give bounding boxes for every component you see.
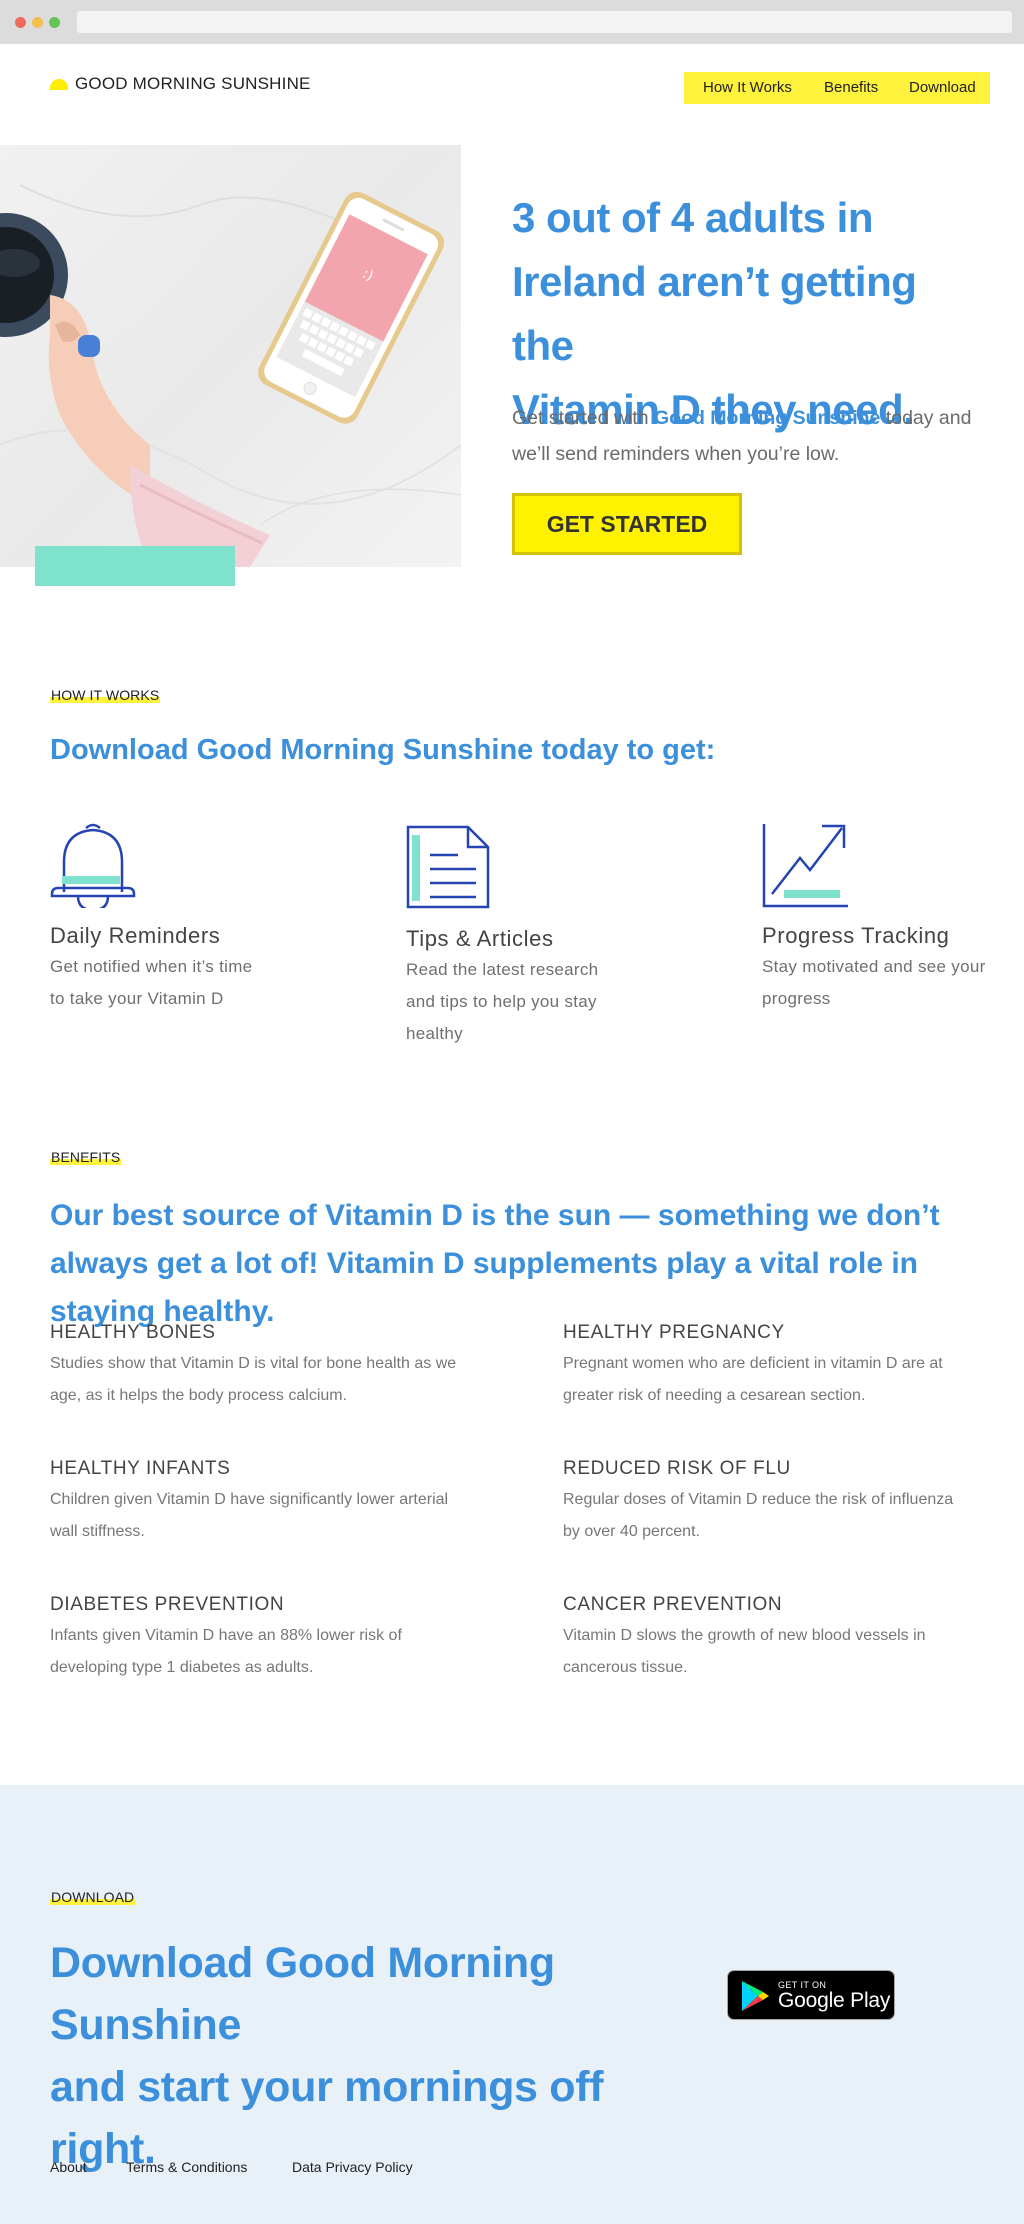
benefit-text: Regular doses of Vitamin D reduce the ri… (563, 1491, 954, 1540)
feature-daily-reminders: Daily Reminders Get notified when it’s t… (50, 822, 310, 1015)
hero-image: :) (0, 145, 461, 567)
benefit-item: REDUCED RISK OF FLU Regular doses of Vit… (563, 1458, 983, 1548)
logo[interactable]: GOOD MORNING SUNSHINE (50, 74, 311, 94)
sun-icon (50, 79, 68, 90)
benefit-title: HEALTHY BONES (50, 1322, 216, 1343)
hero-subtitle: Get started with Good Morning Sunshine t… (512, 407, 972, 465)
footer-link-about[interactable]: About (50, 2159, 87, 2175)
logo-text: GOOD MORNING SUNSHINE (75, 74, 311, 93)
benefit-title: CANCER PREVENTION (563, 1594, 783, 1615)
footer-link-terms[interactable]: Terms & Conditions (126, 2159, 247, 2175)
feature-text: Stay motivated and see your progress (762, 957, 986, 1008)
feature-text: Get notified when it’s time to take your… (50, 957, 253, 1008)
benefits-label: BENEFITS (50, 1149, 122, 1165)
google-play-icon (742, 1981, 769, 2011)
close-window-dot[interactable] (15, 17, 26, 28)
benefit-item: HEALTHY PREGNANCY Pregnant women who are… (563, 1322, 983, 1412)
download-label: DOWNLOAD (50, 1889, 136, 1905)
feature-title: Daily Reminders (50, 923, 221, 948)
feature-tips-articles: Tips & Articles Read the latest research… (406, 825, 666, 1050)
hero-accent-bar (35, 546, 235, 586)
benefit-text: Vitamin D slows the growth of new blood … (563, 1627, 926, 1676)
chart-trend-icon (762, 824, 848, 908)
minimize-window-dot[interactable] (32, 17, 43, 28)
feature-title: Progress Tracking (762, 923, 950, 948)
nav-benefits[interactable]: Benefits (824, 79, 878, 96)
browser-chrome (0, 0, 1024, 44)
how-it-works-title: Download Good Morning Sunshine today to … (50, 734, 716, 766)
smartphone-icon: :) (258, 191, 445, 424)
store-big-text: Google Play (778, 1989, 891, 2012)
benefit-item: HEALTHY INFANTS Children given Vitamin D… (50, 1458, 470, 1548)
how-it-works-label: HOW IT WORKS (50, 687, 161, 703)
benefit-title: DIABETES PREVENTION (50, 1594, 285, 1615)
benefit-title: REDUCED RISK OF FLU (563, 1458, 791, 1479)
google-play-button[interactable]: GET IT ON Google Play (727, 1970, 895, 2020)
nav-how-it-works[interactable]: How It Works (703, 79, 792, 96)
footer-link-privacy[interactable]: Data Privacy Policy (292, 2159, 413, 2175)
benefit-title: HEALTHY PREGNANCY (563, 1322, 785, 1343)
benefit-text: Children given Vitamin D have significan… (50, 1491, 449, 1540)
feature-title: Tips & Articles (406, 926, 554, 951)
hero-photo-illustration: :) (0, 184, 461, 567)
feature-progress-tracking: Progress Tracking Stay motivated and see… (762, 822, 1022, 1015)
benefit-title: HEALTHY INFANTS (50, 1458, 231, 1479)
benefit-item: CANCER PREVENTION Vitamin D slows the gr… (563, 1594, 983, 1684)
benefit-text: Infants given Vitamin D have an 88% lowe… (50, 1627, 402, 1676)
hand-icon (48, 295, 270, 567)
maximize-window-dot[interactable] (49, 17, 60, 28)
benefits-title: Our best source of Vitamin D is the sun … (50, 1199, 940, 1328)
bell-icon (50, 823, 136, 912)
download-title: Download Good Morning Sunshine and start … (50, 1939, 604, 2173)
document-icon (406, 825, 490, 909)
feature-text: Read the latest research and tips to hel… (406, 960, 599, 1043)
address-bar[interactable] (77, 11, 1012, 33)
get-started-button[interactable]: GET STARTED (512, 493, 742, 555)
benefit-item: HEALTHY BONES Studies show that Vitamin … (50, 1322, 470, 1412)
benefit-text: Pregnant women who are deficient in vita… (563, 1355, 943, 1404)
nav-download[interactable]: Download (909, 79, 976, 96)
top-nav: How It Works Benefits Download (684, 72, 990, 104)
benefit-item: DIABETES PREVENTION Infants given Vitami… (50, 1594, 470, 1684)
benefit-text: Studies show that Vitamin D is vital for… (50, 1355, 457, 1404)
